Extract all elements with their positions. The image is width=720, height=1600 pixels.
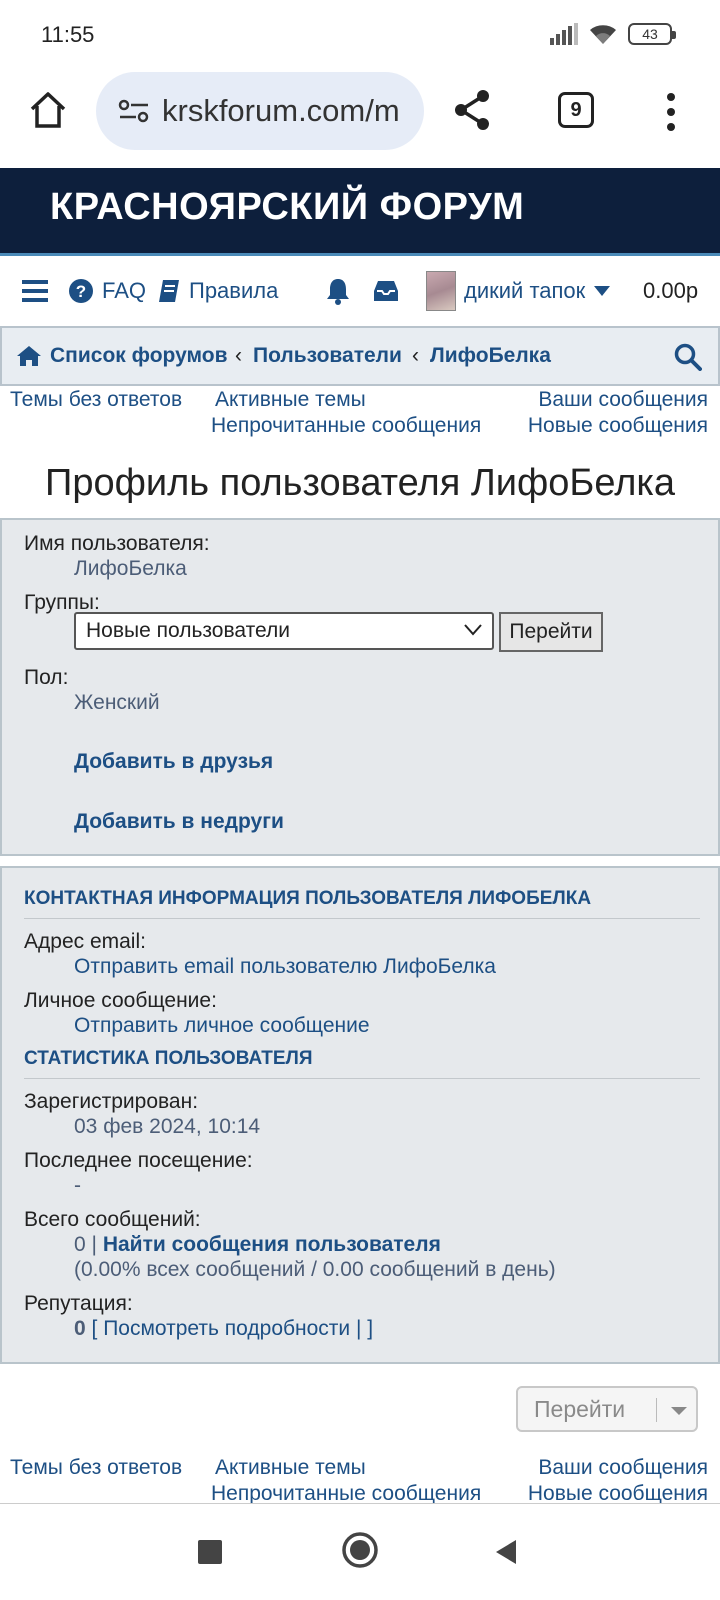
link-active[interactable]: Активные темы [215,1456,366,1480]
add-foe-link[interactable]: Добавить в недруги [74,810,284,834]
posts-ratio: (0.00% всех сообщений / 0.00 сообщений в… [74,1258,556,1281]
site-settings-icon[interactable] [118,98,150,124]
recents-icon[interactable] [198,1540,222,1564]
hamburger-icon [22,280,48,302]
breadcrumb-separator: ‹ [412,344,419,367]
page-title: Профиль пользователя ЛифоБелка [45,462,675,504]
contact-heading: КОНТАКТНАЯ ИНФОРМАЦИЯ ПОЛЬЗОВАТЕЛЯ ЛИФОБ… [24,888,700,919]
signal-icon [550,23,578,45]
faq-link[interactable]: ? FAQ [68,278,146,304]
groups-go-button[interactable]: Перейти [499,612,603,652]
home-button-icon[interactable] [342,1532,378,1568]
status-bar: 11:55 43 [0,0,720,70]
site-title[interactable]: КРАСНОЯРСКИЙ ФОРУМ [50,186,524,229]
tab-switcher-button[interactable]: 9 [558,92,594,128]
groups-select[interactable]: Новые пользователи [74,612,494,650]
status-time: 11:55 [41,22,95,47]
breadcrumb-current[interactable]: ЛифоБелка [430,344,551,368]
rep-value: 0 [74,1317,86,1340]
breadcrumb-separator: ‹ [235,344,242,367]
jump-divider [656,1398,657,1422]
username-label: дикий тапок [464,278,586,303]
jump-to-button[interactable]: Перейти [516,1386,698,1432]
add-friend-link[interactable]: Добавить в друзья [74,750,273,774]
username-label: Имя пользователя: [24,532,210,555]
question-circle-icon: ? [69,279,93,303]
balance: 0.00р [643,278,699,303]
system-navigation-bar [0,1504,720,1600]
battery-icon: 43 [628,23,676,45]
rep-row: 0 [ Посмотреть подробности | ] [74,1317,373,1341]
top-navbar: ? FAQ Правила дикий тапок 0.00р [0,258,720,324]
stats-heading: СТАТИСТИКА ПОЛЬЗОВАТЕЛЯ [24,1048,700,1079]
posts-count: 0 | Найти сообщения пользователя [74,1233,441,1257]
home-icon[interactable] [28,90,68,130]
link-unanswered[interactable]: Темы без ответов [10,388,182,412]
profile-panel: Имя пользователя: ЛифоБелка Группы: Новы… [0,518,720,856]
browser-toolbar: krskforum.com/m 9 [0,70,720,168]
user-menu[interactable]: дикий тапок [426,271,611,311]
breadcrumb-users[interactable]: Пользователи [253,344,402,368]
status-icons: 43 [550,22,676,46]
link-your-posts[interactable]: Ваши сообщения [538,388,708,412]
menu-button[interactable] [22,280,48,302]
posts-label: Всего сообщений: [24,1208,201,1231]
url-text: krskforum.com/m [162,93,400,128]
address-bar[interactable]: krskforum.com/m [96,72,424,150]
send-pm-link[interactable]: Отправить личное сообщение [74,1014,370,1038]
send-email-link[interactable]: Отправить email пользователю ЛифоБелка [74,955,496,979]
home-icon [17,346,41,366]
jump-label: Перейти [534,1395,626,1422]
link-unanswered[interactable]: Темы без ответов [10,1456,182,1480]
svg-text:?: ? [76,282,86,301]
gender-value: Женский [74,691,160,714]
link-unread[interactable]: Непрочитанные сообщения [211,414,481,438]
messages-button[interactable] [373,280,399,302]
avatar [426,271,456,311]
faq-label: FAQ [102,278,147,303]
site-banner: КРАСНОЯРСКИЙ ФОРУМ [0,168,720,256]
registered-value: 03 фев 2024, 10:14 [74,1115,261,1138]
last-visit-label: Последнее посещение: [24,1149,253,1172]
link-your-posts[interactable]: Ваши сообщения [538,1456,708,1480]
breadcrumb-forums-label: Список форумов [50,344,228,367]
link-new[interactable]: Новые сообщения [528,414,708,438]
breadcrumb: Список форумов ‹ Пользователи ‹ ЛифоБелк… [0,326,720,386]
rep-details-link[interactable]: [ Посмотреть подробности | ] [92,1317,374,1340]
link-active[interactable]: Активные темы [215,388,366,412]
rules-label: Правила [189,278,279,303]
email-label: Адрес email: [24,930,146,953]
caret-down-icon [671,1407,687,1415]
rules-link[interactable]: Правила [157,278,278,304]
inbox-icon [374,281,398,301]
last-visit-value: - [74,1174,81,1197]
chevron-down-icon [464,624,482,636]
more-menu-icon[interactable] [664,92,678,132]
search-posts-link[interactable]: Найти сообщения пользователя [103,1233,441,1256]
chevron-down-icon [594,286,611,296]
notifications-button[interactable] [325,277,351,305]
contact-stats-panel: КОНТАКТНАЯ ИНФОРМАЦИЯ ПОЛЬЗОВАТЕЛЯ ЛИФОБ… [0,866,720,1364]
book-icon [159,280,179,302]
username-value: ЛифоБелка [74,557,187,580]
quick-links-top: Темы без ответов Активные темы Ваши сооб… [0,388,720,444]
search-icon[interactable] [674,343,702,371]
pm-label: Личное сообщение: [24,989,217,1012]
posts-count-value: 0 | [74,1233,97,1256]
registered-label: Зарегистрирован: [24,1090,199,1113]
gender-label: Пол: [24,666,69,689]
back-icon[interactable] [494,1538,518,1566]
groups-selected: Новые пользователи [86,619,290,642]
bell-icon [327,279,349,305]
share-icon[interactable] [452,88,492,132]
breadcrumb-forums[interactable]: Список форумов [16,344,228,368]
wifi-icon [590,25,616,44]
rep-label: Репутация: [24,1292,133,1315]
